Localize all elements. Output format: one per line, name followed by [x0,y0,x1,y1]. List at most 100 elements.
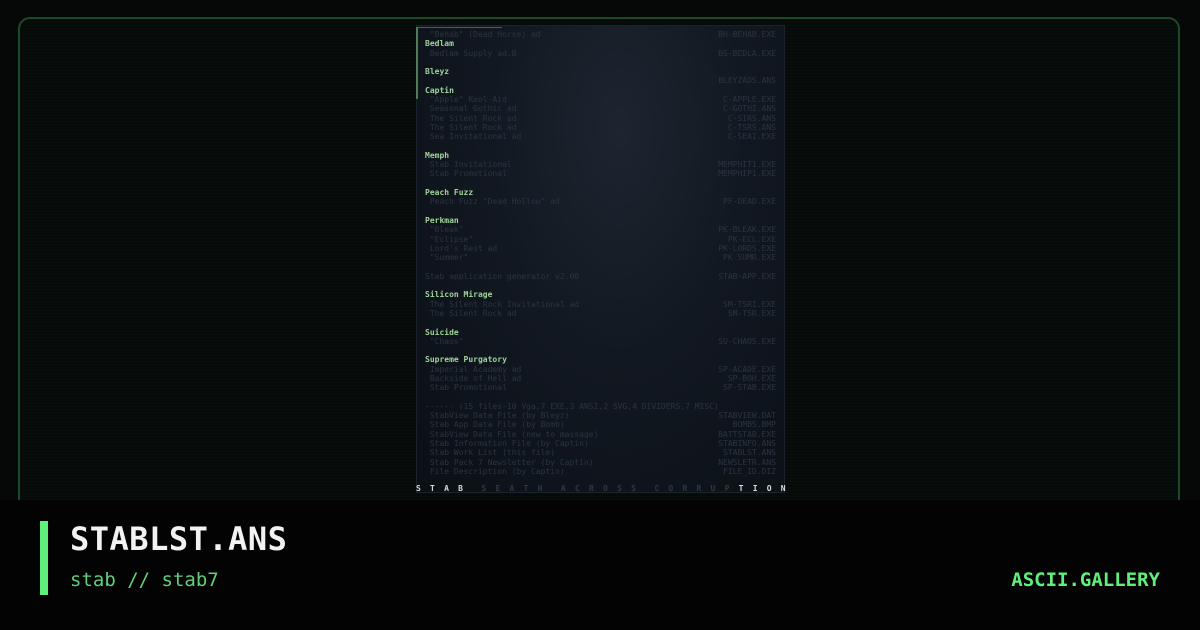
artwork-row-label: Lord's Rest ad [425,243,498,253]
artwork-file-row: "Bleak" PK-BLEAK.EXE [425,225,776,234]
artwork-row-filename: BS-BEDLA.EXE [718,48,776,58]
artwork-row-filename: BATTSTAB.EXE [718,429,776,439]
artwork-row-label: Peach Fuzz [425,188,474,198]
footer-letter: O [766,484,772,493]
footer-letter: P [724,484,730,493]
artwork-row-label: Stab Invitational [425,160,512,170]
artwork-row-label: Supreme Purgatory [425,355,507,365]
artwork-row-filename: SM-TSRI.EXE [723,299,776,309]
artwork-file-row: "Summer" PK-SUMR.EXE [425,253,776,262]
artwork-row-filename: SM-TSR.EXE [727,308,776,318]
artwork-file-row: ------ (15 files-10 Vga,7 EXE,3 ANSI,2 S… [425,402,776,411]
artwork-group-heading: Supreme Purgatory [425,355,776,364]
footer-letter: R [696,484,702,493]
artwork-file-row: Stab Promotional MEMPHIP1.EXE [425,169,776,178]
footer-letter: I [752,484,758,493]
artwork-row-label: The Silent Rock ad [425,113,517,123]
artwork-row-label: Perkman [425,215,459,225]
artwork-row-label [425,76,430,85]
artwork-group-heading: Suicide [425,328,776,337]
artwork-row-label: File Description (by Captin) [425,466,565,476]
footer-letter: E [495,484,501,493]
artwork-row-filename: BLEYZADS.ANS [718,76,776,86]
artwork-row-label: Bedlam Supply ad.B [425,48,517,58]
artwork-row-label: "Apple" Kool-Aid [425,95,507,105]
artwork-row-filename: PK-ECL.EXE [727,234,776,244]
artwork-accent-top [418,27,502,28]
artwork-row-label: Imperial Academy ad [425,364,522,374]
artwork-file-row: File Description (by Captin) FILE_ID.DIZ [425,467,776,476]
artwork-row-label: Stab Promotional [425,383,507,393]
footer-letter: B [458,484,463,493]
footer-letter: S [617,484,622,493]
artwork-file-row: Peach Fuzz "Dead Hollow" ad PF-DEAD.EXE [425,197,776,206]
artwork-file-row: Stab Work List (this file) STABLST.ANS [425,448,776,457]
artwork-file-list: "Behab" (Dead Horse) ad BH-BEHAB.EXE Bedla… [425,30,776,476]
artwork-row-label: "Chaos" [425,336,464,346]
site-brand[interactable]: ASCII.GALLERY [1011,569,1160,591]
artwork-row-label: Silicon Mirage [425,290,493,300]
artwork-row-filename: MEMPHIT1.EXE [718,160,776,170]
footer-letter: R [588,484,594,493]
artwork-file-row [425,207,776,216]
artwork-row-label: Peach Fuzz "Dead Hollow" ad [425,197,560,207]
artwork-file-row [425,318,776,327]
artwork-file-row: Stab Invitational MEMPHIT1.EXE [425,160,776,169]
footer-letter: N [780,484,786,493]
artwork-file-row: "Apple" Kool-Aid C-APPLE.EXE [425,95,776,104]
artwork-row-filename: STABVIEW.DAT [718,411,776,421]
artwork-file-row: Imperial Academy ad SP-ACADE.EXE [425,365,776,374]
artwork-row-label: Bleyz [425,67,450,77]
artwork-file-row: Lord's Rest ad PK-LORDS.EXE [425,244,776,253]
artwork-group-heading: Memph [425,151,776,160]
artwork-row-label: Stab Information File (by Captin) [425,439,589,449]
artwork-row-filename: SP-ACADE.EXE [718,364,776,374]
artwork-row-filename: PK-BLEAK.EXE [718,225,776,235]
footer-letter: T [430,484,435,493]
artwork-file-row: StabView Data File (new to massage) BATTS… [425,430,776,439]
artwork-row-label: The Silent Rock ad [425,122,517,132]
artwork-row-label: StabView Data File (new to massage) [425,429,599,439]
artwork-row-label: Bedlam [425,39,454,49]
artwork-row-label: ------ (15 files-10 Vga,7 EXE,3 ANSI,2 S… [425,401,719,411]
artwork-row-label: Stab application generator v2.00 [425,271,580,281]
artwork-file-row: The Silent Rock ad C-TSRS.ANS [425,123,776,132]
footer-letter: C [654,484,660,493]
artwork-group-heading: Silicon Mirage [425,290,776,299]
artwork-row-filename: C-TSRS.ANS [727,122,776,132]
artwork-file-row: StabView Data File (by Bleyz) STABVIEW.DA… [425,411,776,420]
footer-letter: S [631,484,636,493]
artwork-row-filename: C-APPLE.EXE [723,95,776,105]
footer-letter: H [537,484,543,493]
file-subtitle: stab // stab7 [70,569,219,591]
footer-letter: O [603,484,608,493]
artwork-file-row: Seasonal Gothic ad C-GOTHI.ANS [425,104,776,113]
artwork-row-label: Backside of Hell ad [425,373,522,383]
artwork-file-row: Stab Pack 7 Newsletter (by Captin) NEWSLE… [425,458,776,467]
artwork-file-row [425,262,776,271]
artwork-group-heading: Peach Fuzz [425,188,776,197]
artwork-file-row [425,393,776,402]
artwork-row-filename: PK-SUMR.EXE [723,253,776,263]
artwork-row-filename: NEWSLETR.ANS [718,457,776,467]
footer-letter: S [416,484,421,493]
artwork-file-row: Stab App Data File (by Bomb) BOMBS.BMP [425,420,776,429]
artwork-row-label: Suicide [425,327,459,337]
footer-letter: T [523,484,529,493]
footer-letter: A [509,484,515,493]
artwork-row-filename: C-GOTHI.ANS [723,104,776,114]
artwork-file-row: BLEYZADS.ANS [425,76,776,85]
artwork-row-label: Sea Invitational ad [425,132,522,142]
artwork-row-filename: C-SEAI.EXE [727,132,776,142]
footer-letter: A [444,484,449,493]
artwork-file-row: "Behab" (Dead Horse) ad BH-BEHAB.EXE [425,30,776,39]
artwork-row-filename: SP-BOH.EXE [727,373,776,383]
artwork-footer-text: STAB SEATH ACROSS CORRUPTION [416,484,786,493]
artwork-file-row: The Silent Rock Invitational ad SM-TSRI.E… [425,300,776,309]
artwork-file-row: Sea Invitational ad C-SEAI.EXE [425,132,776,141]
artwork-row-label: "Summer" [425,253,469,263]
footer-letter: O [668,484,674,493]
footer-letter: U [710,484,716,493]
footer-letter: S [481,484,487,493]
artwork-group-heading: Bedlam [425,39,776,48]
